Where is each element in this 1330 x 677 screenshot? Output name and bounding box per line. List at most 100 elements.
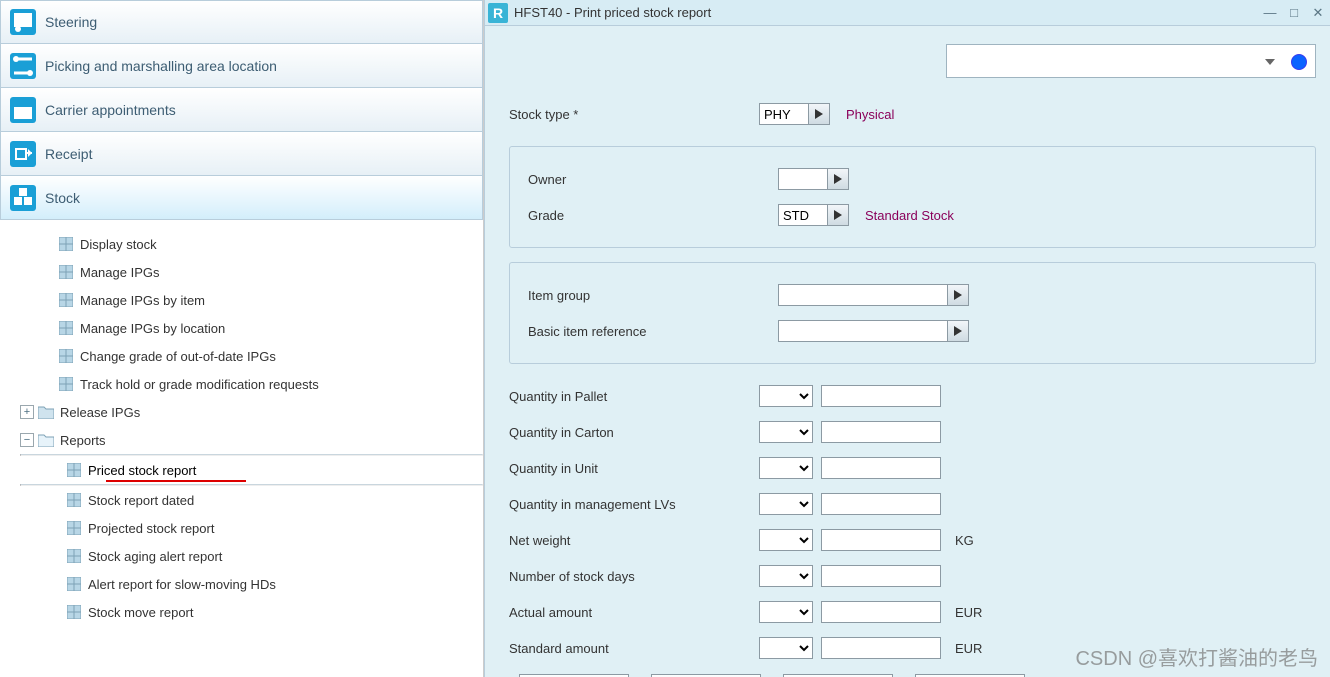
grid-icon	[66, 548, 82, 564]
close-button[interactable]: ✕	[1306, 3, 1330, 23]
sidebar: Steering Picking and marshalling area lo…	[0, 0, 484, 677]
sidebar-tree: Display stock Manage IPGs Manage IPGs by…	[0, 220, 483, 626]
stock-days-op[interactable]	[759, 565, 813, 587]
tree-item-manage-ipgs-item[interactable]: Manage IPGs by item	[20, 286, 483, 314]
actual-amt-op[interactable]	[759, 601, 813, 623]
lookup-button[interactable]	[827, 168, 849, 190]
field-label: Item group	[528, 288, 778, 303]
app-badge-icon: R	[488, 3, 508, 23]
actual-amt-input[interactable]	[821, 601, 941, 623]
field-label: Actual amount	[509, 605, 759, 620]
sidebar-accordion-picking[interactable]: Picking and marshalling area location	[0, 44, 483, 88]
tree-item-stock-aging[interactable]: Stock aging alert report	[20, 542, 483, 570]
tree-item-display-stock[interactable]: Display stock	[20, 230, 483, 258]
qty-carton-input[interactable]	[821, 421, 941, 443]
folder-icon	[38, 404, 54, 420]
field-label: Standard amount	[509, 641, 759, 656]
tree-item-projected-stock-report[interactable]: Projected stock report	[20, 514, 483, 542]
tree-item-label: Manage IPGs by location	[80, 321, 225, 336]
stock-days-input[interactable]	[821, 565, 941, 587]
field-qty-mgmt: Quantity in management LVs	[509, 486, 1316, 522]
lookup-button[interactable]	[947, 284, 969, 306]
chevron-down-icon	[1265, 57, 1275, 67]
item-group-input[interactable]	[778, 284, 948, 306]
grid-icon	[66, 576, 82, 592]
collapse-icon[interactable]: −	[20, 433, 34, 447]
tree-item-slow-hds[interactable]: Alert report for slow-moving HDs	[20, 570, 483, 598]
qty-carton-op[interactable]	[759, 421, 813, 443]
qty-pallet-input[interactable]	[821, 385, 941, 407]
tree-item-label: Stock move report	[88, 605, 194, 620]
field-label: Grade	[528, 208, 778, 223]
tree-item-label: Projected stock report	[88, 521, 214, 536]
tree-item-label: Alert report for slow-moving HDs	[88, 577, 276, 592]
tree-item-manage-ipgs[interactable]: Manage IPGs	[20, 258, 483, 286]
tree-item-label: Change grade of out-of-date IPGs	[80, 349, 276, 364]
tree-item-label: Manage IPGs	[80, 265, 160, 280]
stock-type-input[interactable]	[759, 103, 809, 125]
tree-item-label: Stock aging alert report	[88, 549, 222, 564]
field-label: Net weight	[509, 533, 759, 548]
maximize-button[interactable]: □	[1282, 3, 1306, 23]
net-weight-input[interactable]	[821, 529, 941, 551]
standard-amt-input[interactable]	[821, 637, 941, 659]
grid-icon	[66, 520, 82, 536]
tree-item-label: Stock report dated	[88, 493, 194, 508]
field-standard-amt: Standard amount EUR	[509, 630, 1316, 666]
grid-icon	[58, 376, 74, 392]
qty-mgmt-input[interactable]	[821, 493, 941, 515]
field-label: Quantity in Carton	[509, 425, 759, 440]
sidebar-accordion-steering[interactable]: Steering	[0, 0, 483, 44]
lookup-button[interactable]	[827, 204, 849, 226]
field-stock-days: Number of stock days	[509, 558, 1316, 594]
item-group-box: Item group Basic item reference	[509, 262, 1316, 364]
qty-mgmt-op[interactable]	[759, 493, 813, 515]
tree-item-change-grade[interactable]: Change grade of out-of-date IPGs	[20, 342, 483, 370]
field-qty-pallet: Quantity in Pallet	[509, 378, 1316, 414]
field-label: Quantity in Pallet	[509, 389, 759, 404]
lookup-button[interactable]	[808, 103, 830, 125]
field-label: Stock type *	[509, 107, 759, 122]
folder-open-icon	[38, 432, 54, 448]
tree-item-stock-move[interactable]: Stock move report	[20, 598, 483, 626]
field-owner: Owner	[528, 161, 1297, 197]
field-label: Basic item reference	[528, 324, 778, 339]
tree-item-label: Track hold or grade modification request…	[80, 377, 319, 392]
calendar-icon	[1, 88, 45, 132]
tree-folder-release-ipgs[interactable]: + Release IPGs	[20, 398, 483, 426]
field-basic-ref: Basic item reference	[528, 313, 1297, 349]
field-qty-carton: Quantity in Carton	[509, 414, 1316, 450]
sidebar-accordion-label: Carrier appointments	[45, 102, 176, 118]
picking-icon	[1, 44, 45, 88]
sidebar-accordion-receipt[interactable]: Receipt	[0, 132, 483, 176]
tree-folder-reports[interactable]: − Reports	[20, 426, 483, 454]
qty-unit-op[interactable]	[759, 457, 813, 479]
owner-input[interactable]	[778, 168, 828, 190]
tree-item-manage-ipgs-location[interactable]: Manage IPGs by location	[20, 314, 483, 342]
tree-item-stock-report-dated[interactable]: Stock report dated	[20, 486, 483, 514]
grid-icon	[58, 348, 74, 364]
grade-input[interactable]	[778, 204, 828, 226]
tree-item-track-hold[interactable]: Track hold or grade modification request…	[20, 370, 483, 398]
qty-pallet-op[interactable]	[759, 385, 813, 407]
grid-icon	[58, 320, 74, 336]
steering-icon	[1, 0, 45, 44]
standard-amt-op[interactable]	[759, 637, 813, 659]
expand-icon[interactable]: +	[20, 405, 34, 419]
site-selector-row	[509, 44, 1316, 78]
sidebar-accordion-stock[interactable]: Stock	[0, 176, 483, 220]
minimize-button[interactable]: —	[1258, 3, 1282, 23]
tree-item-priced-stock-report[interactable]: Priced stock report	[20, 456, 483, 484]
site-selector[interactable]	[946, 44, 1316, 78]
qty-unit-input[interactable]	[821, 457, 941, 479]
grid-icon	[58, 292, 74, 308]
tree-item-label: Manage IPGs by item	[80, 293, 205, 308]
net-weight-op[interactable]	[759, 529, 813, 551]
sidebar-accordion-carrier[interactable]: Carrier appointments	[0, 88, 483, 132]
basic-ref-input[interactable]	[778, 320, 948, 342]
tree-folder-label: Reports	[60, 433, 106, 448]
form-content: Stock type * Physical Owner Grade Standa…	[485, 26, 1330, 677]
field-label: Quantity in management LVs	[509, 497, 759, 512]
unit-label: EUR	[955, 641, 995, 656]
lookup-button[interactable]	[947, 320, 969, 342]
